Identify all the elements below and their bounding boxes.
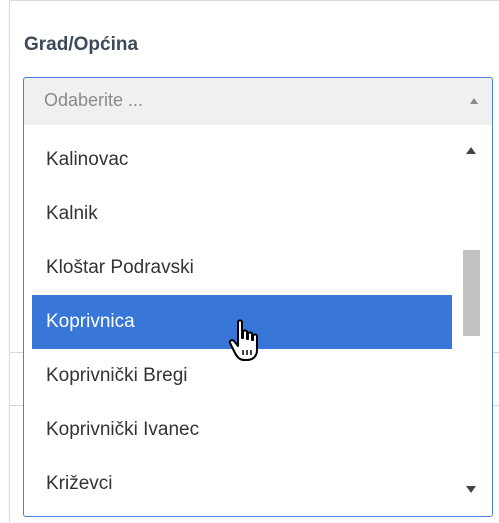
scrollbar[interactable] — [452, 125, 492, 516]
option-klostar-podravski[interactable]: Kloštar Podravski — [32, 241, 453, 295]
option-krizevci[interactable]: Križevci — [32, 457, 453, 511]
scroll-up-arrow-icon[interactable] — [466, 147, 476, 154]
option-kalinovac[interactable]: Kalinovac — [32, 133, 453, 187]
caret-up-icon[interactable] — [470, 98, 478, 104]
hand-pointer-cursor-icon — [228, 319, 258, 361]
scrollbar-thumb[interactable] — [463, 250, 480, 336]
select-placeholder: Odaberite ... — [44, 90, 144, 110]
field-label: Grad/Općina — [24, 34, 139, 55]
option-kalnik[interactable]: Kalnik — [32, 187, 453, 241]
scroll-down-arrow-icon[interactable] — [466, 486, 476, 493]
city-select[interactable]: Odaberite ... — [23, 77, 493, 125]
option-koprivnicki-ivanec[interactable]: Koprivnički Ivanec — [32, 403, 453, 457]
